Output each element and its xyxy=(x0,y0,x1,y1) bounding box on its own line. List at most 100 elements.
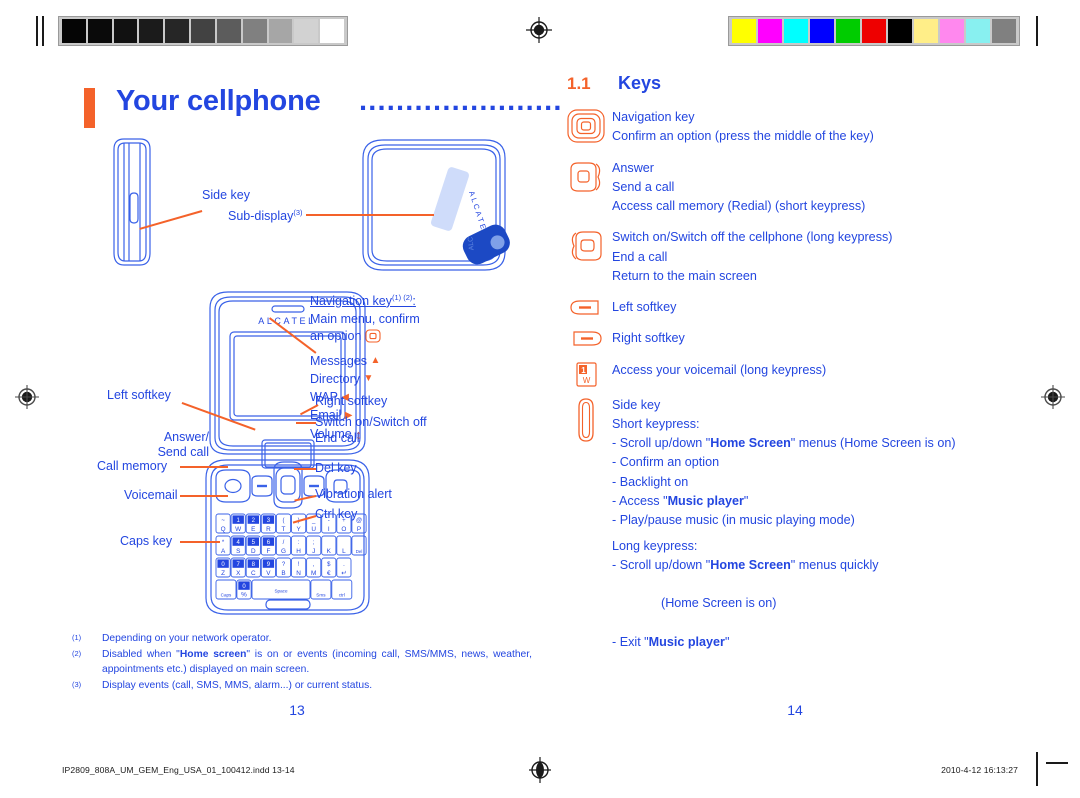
footnote-2: (2) Disabled when "Home screen" is on or… xyxy=(72,648,532,678)
keypad-key-label: € xyxy=(327,570,331,577)
chapter-accent-bar xyxy=(84,88,95,128)
gray-swatch-4 xyxy=(165,19,190,43)
key-rightsoft-line-0: Right softkey xyxy=(612,331,685,346)
keypad-key-label: C xyxy=(251,570,256,577)
keypad-key-top-label: / xyxy=(283,540,285,546)
short-item-0-post: " menus (Home Screen is on) xyxy=(790,436,956,451)
label-ctrl-key: Ctrl key xyxy=(315,507,358,521)
key-voicemail-line-0: Access your voicemail (long keypress) xyxy=(612,362,827,377)
keypad-key-label: F xyxy=(266,548,270,555)
color-swatch-9 xyxy=(966,19,990,43)
phone-back-view-illustration: ALCATEL ALC xyxy=(362,139,510,271)
key-end-line-1: End a call xyxy=(612,249,668,264)
key-leftsoft-line-0: Left softkey xyxy=(612,300,677,315)
keypad-key-top-label: ( xyxy=(283,518,285,524)
registration-mark-right xyxy=(1040,384,1066,410)
short-item-3-post: " xyxy=(743,493,749,508)
key-row-send-call: Answer Send a call Access call memory (R… xyxy=(560,159,1030,217)
leader-call-memory xyxy=(180,466,228,468)
keypad-key-top-label: ~ xyxy=(221,518,225,524)
key-row-side-key-text: Side key Short keypress: - Scroll up/dow… xyxy=(612,396,1030,652)
key-row-end-call: Switch on/Switch off the cellphone (long… xyxy=(560,228,1030,286)
key-nav-line-1: Confirm an option (press the middle of t… xyxy=(612,129,874,144)
keypad-key-top-label: , xyxy=(313,562,315,568)
footnote-3-text: Display events (call, SMS, MMS, alarm...… xyxy=(102,679,532,694)
gray-swatch-8 xyxy=(268,19,293,43)
footnote-2-bold: Home screen xyxy=(179,648,247,660)
key-send-line-2: Access call memory (Redial) (short keypr… xyxy=(612,199,866,214)
keypad-key-label: Del xyxy=(356,549,363,554)
leader-sub-display xyxy=(306,214,434,216)
voicemail-key-digit: 1 xyxy=(581,366,586,375)
label-vibration-alert: Vibration alert xyxy=(315,487,392,501)
side-key-long-item-1: (Home Screen is on) xyxy=(612,575,1030,633)
key-nav-line-0: Navigation key xyxy=(612,110,695,124)
side-key-long-item-2: - Exit "Music player" xyxy=(612,633,1030,652)
label-caps-key: Caps key xyxy=(120,534,173,548)
keypad-key-top-label: ! xyxy=(298,562,300,568)
keypad-key-label: K xyxy=(327,548,332,555)
footnote-2-text: Disabled when "Home screen" is on or eve… xyxy=(102,648,532,678)
label-switch-onoff: Switch on/Switch off xyxy=(315,415,427,429)
nav-item-label-directory: Directory xyxy=(310,371,361,386)
grayscale-calibration-bar xyxy=(58,16,348,46)
nav-callout-heading-colon: : xyxy=(412,294,416,308)
color-swatch-4 xyxy=(836,19,860,43)
footnote-3-pre: Display events (call, SMS, MMS, alarm...… xyxy=(102,679,373,691)
footnote-3: (3) Display events (call, SMS, MMS, alar… xyxy=(72,679,532,694)
keypad-key-label: U xyxy=(311,526,316,533)
keypad-key-label: E xyxy=(251,526,255,533)
chapter-heading: Your cellphone ...................... xyxy=(84,85,561,131)
nav-callout-line-an-option: an option xyxy=(310,329,510,347)
right-softkey-icon xyxy=(560,329,612,348)
keypad-key-label: I xyxy=(328,526,330,533)
nav-callout-heading-notes: (1) (2) xyxy=(392,292,413,302)
voicemail-key-icon: 1 W xyxy=(560,361,612,388)
long-item-1-pre: (Home Screen is on) xyxy=(654,596,777,611)
footnote-3-marker: (3) xyxy=(72,679,82,689)
label-answer-send: Answer/ Send call xyxy=(119,430,209,461)
keypad-key-label: Sms xyxy=(316,593,326,598)
chapter-title-dots: ...................... xyxy=(359,85,563,117)
keypad-key-top-label: $ xyxy=(327,562,331,568)
keypad-key-label: J xyxy=(312,548,315,555)
nav-callout-heading-text: Navigation key xyxy=(310,294,392,308)
keypad-key-top-label: ; xyxy=(313,540,315,546)
keypad-key-label: O xyxy=(341,526,346,533)
key-row-right-softkey: Right softkey xyxy=(560,329,1030,348)
key-row-send-call-text: Answer Send a call Access call memory (R… xyxy=(612,159,1030,217)
crop-mark-top-left xyxy=(42,16,44,46)
keypad-key-label: P xyxy=(357,526,361,533)
up-arrow-icon: ▲ xyxy=(370,355,381,367)
gray-swatch-0 xyxy=(62,19,86,43)
color-swatch-6 xyxy=(888,19,912,43)
leader-switch-onoff xyxy=(296,422,316,424)
gray-swatch-9 xyxy=(294,19,319,43)
nav-callout-line-main-menu: Main menu, confirm xyxy=(310,312,420,326)
gray-swatch-10 xyxy=(320,19,344,43)
footnote-1-marker: (1) xyxy=(72,633,82,642)
color-swatch-2 xyxy=(784,19,808,43)
color-swatch-10 xyxy=(992,19,1016,43)
keypad-key-label: S xyxy=(236,548,240,555)
key-row-left-softkey-text: Left softkey xyxy=(612,298,1030,317)
key-row-end-call-text: Switch on/Switch off the cellphone (long… xyxy=(612,228,1030,286)
gray-swatch-3 xyxy=(139,19,164,43)
svg-text:ALC: ALC xyxy=(467,236,475,250)
side-key-short-item-4: - Play/pause music (in music playing mod… xyxy=(612,511,1030,530)
color-calibration-bar xyxy=(728,16,1020,46)
label-side-key: Side key xyxy=(202,188,250,202)
keypad-key-label: T xyxy=(282,526,286,533)
keypad-key-top-label: : xyxy=(298,540,300,546)
footnotes: (1) Depending on your network operator. … xyxy=(72,632,532,695)
gray-swatch-1 xyxy=(87,19,112,43)
short-item-3-pre: - Access " xyxy=(612,493,668,508)
color-swatch-5 xyxy=(862,19,886,43)
label-sub-display-note: (3) xyxy=(293,208,303,217)
print-slug: IP2809_808A_UM_GEM_Eng_USA_01_100412.ind… xyxy=(0,758,1080,798)
footnote-2-marker: (2) xyxy=(72,648,82,658)
phone-diagram: Side key ALCATEL ALC Sub-display(3) ALCA… xyxy=(62,130,532,630)
keypad-key-label: Z xyxy=(221,570,225,577)
label-voicemail: Voicemail xyxy=(124,488,178,502)
color-swatch-1 xyxy=(758,19,782,43)
